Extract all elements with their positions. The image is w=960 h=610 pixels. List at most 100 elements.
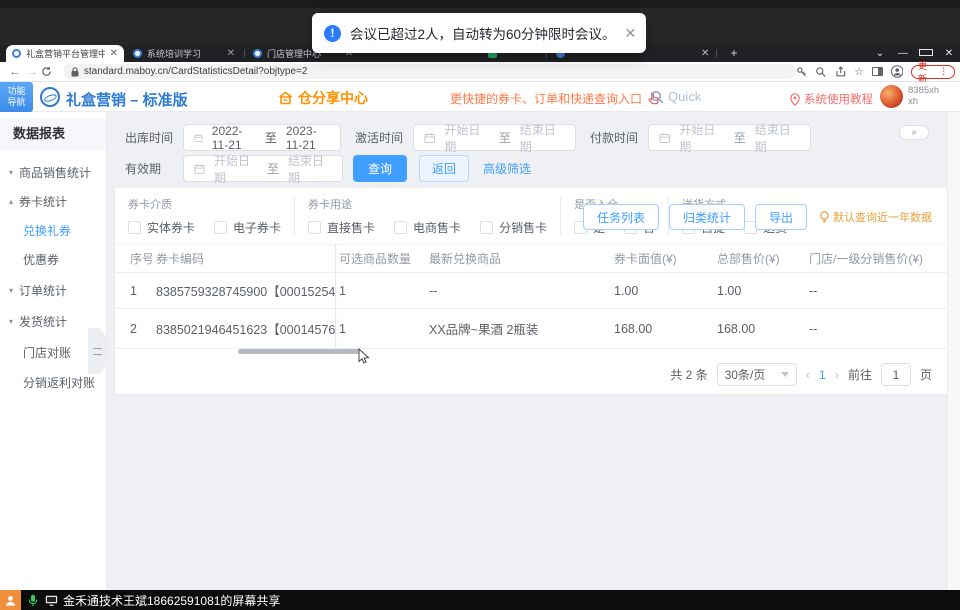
checkbox-direct-sale[interactable]: 直接售卡 <box>308 219 375 236</box>
user-avatar[interactable] <box>880 85 903 108</box>
screenshare-icon[interactable] <box>45 595 58 606</box>
sidebar-item-discount-coupon[interactable]: 优惠券 <box>0 247 106 273</box>
kebab-menu-icon[interactable]: ⋮ <box>939 66 948 77</box>
microphone-icon[interactable] <box>28 594 38 607</box>
checkbox-electronic-card[interactable]: 电子券卡 <box>214 219 281 236</box>
checkbox-icon[interactable] <box>480 221 494 234</box>
side-panel-icon[interactable] <box>872 67 883 76</box>
checkbox-icon[interactable] <box>394 221 408 234</box>
date-start-placeholder: 开始日期 <box>214 153 251 185</box>
browser-tab-active[interactable]: 礼盒营销平台管理中心 ✕ <box>6 45 124 62</box>
sidebar-item-exchange-coupon[interactable]: 兑换礼券 <box>0 218 106 244</box>
forward-icon[interactable]: → <box>24 66 42 78</box>
horizontal-scrollbar[interactable] <box>238 349 360 354</box>
tab-search-icon[interactable]: ⌄ <box>873 46 887 61</box>
password-key-icon[interactable] <box>796 66 808 78</box>
results-card: 券卡介质 实体券卡 电子券卡 券卡用途 直接售卡 电商售卡 分销售卡 是否入仓 <box>115 188 947 394</box>
browser-tab[interactable]: 系统培训学习 ✕ <box>127 45 241 62</box>
reload-icon[interactable] <box>41 66 59 77</box>
tab-close-icon[interactable]: ✕ <box>227 48 235 59</box>
tab-close-icon[interactable]: ✕ <box>701 48 709 59</box>
export-button[interactable]: 导出 <box>754 204 807 230</box>
next-page-button[interactable]: › <box>835 367 839 382</box>
sidebar: 数据报表 ▾ 商品销售统计 ▴ 券卡统计 兑换礼券 优惠券 ▾ 订单统计 ▾ 发… <box>0 112 107 590</box>
outbound-date-range[interactable]: 2022-11-21 至 2023-11-21 <box>183 123 342 152</box>
fixed-column-divider <box>335 244 336 348</box>
date-sep: 至 <box>733 131 746 145</box>
classify-stats-button[interactable]: 归类统计 <box>668 204 745 230</box>
expand-filters-button[interactable]: » <box>899 125 929 140</box>
toast-close-icon[interactable]: ✕ <box>625 25 637 42</box>
close-window-button[interactable]: ✕ <box>942 46 956 61</box>
sidebar-item-order-stats[interactable]: ▾ 订单统计 <box>0 278 106 304</box>
checkbox-distribution-sale[interactable]: 分销售卡 <box>480 219 547 236</box>
participant-avatar[interactable] <box>0 590 21 610</box>
goto-page-input[interactable] <box>880 363 911 386</box>
chevron-up-icon: ▴ <box>9 197 14 206</box>
checkbox-icon[interactable] <box>308 221 322 234</box>
sidebar-item-product-sales[interactable]: ▾ 商品销售统计 <box>0 160 106 186</box>
search-button[interactable]: 查询 <box>353 155 408 182</box>
tab-favicon-icon <box>253 49 262 58</box>
bookmark-star-icon[interactable]: ☆ <box>854 65 864 78</box>
calendar-icon <box>659 132 670 143</box>
info-icon: ! <box>324 24 341 42</box>
minimize-button[interactable]: — <box>896 46 910 61</box>
zoom-icon[interactable] <box>815 66 827 78</box>
col-product-count: 可选商品数量 <box>335 244 425 273</box>
nav-toggle-line1: 功能 <box>7 86 26 96</box>
nav-toggle-button[interactable]: 功能 导航 <box>0 82 33 112</box>
activate-date-range[interactable]: 开始日期 至 结束日期 <box>413 123 577 154</box>
checkbox-icon[interactable] <box>214 221 228 234</box>
advanced-filter-link[interactable]: 高级筛选 <box>483 160 531 177</box>
card-toolbar: 任务列表 归类统计 导出 默认查询近一年数据 <box>582 204 932 230</box>
nav-toggle-line2: 导航 <box>7 97 26 107</box>
window-controls: ⌄ — ✕ <box>873 46 956 61</box>
date-sep: 至 <box>267 162 280 176</box>
screenshare-taskbar: 金禾通技术王斌18662591081的屏幕共享 <box>0 590 960 610</box>
url-text: standard.maboy.cn/CardStatisticsDetail?o… <box>83 66 308 77</box>
checkbox-icon[interactable] <box>128 221 141 234</box>
new-tab-button[interactable]: + <box>727 47 741 61</box>
checkbox-ecommerce-sale[interactable]: 电商售卡 <box>394 219 461 236</box>
meeting-toast: ! 会议已超过2人，自动转为60分钟限时会议。 ✕ <box>312 13 646 53</box>
url-omnibox[interactable]: standard.maboy.cn/CardStatisticsDetail?o… <box>62 64 796 79</box>
filter-label-validity: 有效期 <box>125 162 162 176</box>
payment-date-range[interactable]: 开始日期 至 结束日期 <box>648 123 812 154</box>
page-scrollbar-track[interactable] <box>947 82 960 590</box>
user-name: 8385xh xh <box>908 85 939 107</box>
tab-favicon-icon <box>133 49 142 58</box>
browser-update-button[interactable]: 更新 ⋮ <box>911 61 955 84</box>
toast-message: 会议已超过2人，自动转为60分钟限时会议。 <box>350 27 616 42</box>
date-sep: 至 <box>264 131 277 145</box>
total-count: 共 2 条 <box>670 368 708 382</box>
col-serial: 序号 <box>115 244 152 273</box>
coupon-table: 序号 券卡编码 可选商品数量 最新兑换商品 券卡面值(¥) 总部售价(¥) 门店… <box>115 244 947 349</box>
profile-icon[interactable] <box>890 65 904 78</box>
goto-unit: 页 <box>919 368 932 382</box>
back-icon[interactable]: ← <box>6 66 24 78</box>
table-row[interactable]: 2 8385021946451623【00014576】 1 XX品牌~果酒 2… <box>115 308 947 349</box>
screenshare-text: 金禾通技术王斌18662591081的屏幕共享 <box>63 593 281 608</box>
sidebar-item-card-stats[interactable]: ▴ 券卡统计 <box>0 189 106 215</box>
share-icon[interactable] <box>835 65 847 78</box>
date-end-placeholder: 结束日期 <box>519 122 556 154</box>
page-size-select[interactable]: 30条/页 <box>716 363 797 386</box>
pagination: 共 2 条 30条/页 ‹ 1 › 前往 页 <box>670 363 932 386</box>
table-header-row: 序号 券卡编码 可选商品数量 最新兑换商品 券卡面值(¥) 总部售价(¥) 门店… <box>115 244 947 273</box>
prev-page-button[interactable]: ‹ <box>806 367 810 382</box>
date-start: 2022-11-21 <box>211 123 243 152</box>
quick-search[interactable]: Quick <box>650 89 701 104</box>
table-row[interactable]: 1 8385759328745900【00015254】 1 -- 1.00 1… <box>115 272 947 309</box>
quick-entry-link[interactable]: 更快捷的券卡、订单和快递查询入口 <box>450 90 660 107</box>
col-hq-price: 总部售价(¥) <box>713 244 805 273</box>
back-button[interactable]: 返回 <box>419 155 470 182</box>
tutorial-link[interactable]: 系统使用教程 <box>790 91 873 107</box>
task-list-button[interactable]: 任务列表 <box>582 204 659 230</box>
checkbox-physical-card[interactable]: 实体券卡 <box>128 219 195 236</box>
sidebar-collapse-handle[interactable] <box>88 328 107 374</box>
tab-close-icon[interactable]: ✕ <box>110 48 118 59</box>
validity-date-range[interactable]: 开始日期 至 结束日期 <box>183 154 343 185</box>
default-query-tip: 默认查询近一年数据 <box>819 209 932 225</box>
share-center-link[interactable]: 仓分享中心 <box>278 88 368 108</box>
